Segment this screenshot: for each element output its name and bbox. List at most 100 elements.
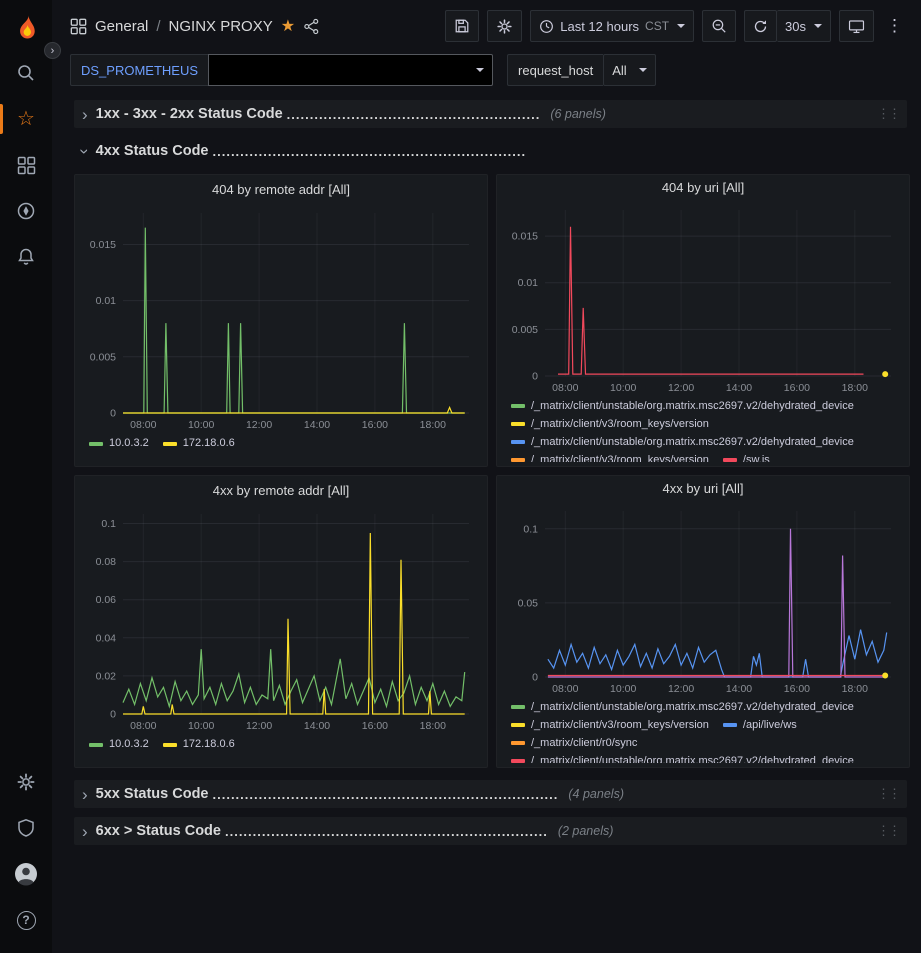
timeseries-chart-404-by-uri[interactable]: 08:0010:0012:0014:0016:0018:0000.0050.01…	[505, 200, 901, 396]
grafana-logo[interactable]	[0, 6, 52, 50]
sidebar-item-profile[interactable]	[0, 851, 52, 897]
panel-title[interactable]: 4xx by remote addr [All]	[83, 476, 479, 504]
series-point	[882, 672, 888, 678]
y-tick-label: 0.005	[90, 351, 116, 363]
legend-swatch	[511, 404, 525, 408]
kebab-menu-icon[interactable]: ⋮	[882, 16, 907, 36]
sidebar-item-help[interactable]: ?	[0, 897, 52, 943]
legend-item[interactable]: 10.0.3.2	[89, 435, 149, 452]
gear-icon	[16, 772, 36, 792]
panel-title[interactable]: 404 by uri [All]	[505, 175, 901, 200]
row-drag-handle[interactable]: ⋮⋮	[877, 786, 899, 802]
y-tick-label: 0.01	[96, 295, 117, 307]
row-drag-handle[interactable]: ⋮⋮	[877, 823, 899, 839]
legend-item[interactable]: /_matrix/client/r0/sync	[511, 735, 637, 752]
breadcrumb-folder[interactable]: General	[95, 18, 148, 35]
legend-item[interactable]: /_matrix/client/unstable/org.matrix.msc2…	[511, 398, 854, 415]
x-tick-label: 14:00	[304, 720, 330, 732]
legend-item[interactable]: 10.0.3.2	[89, 736, 149, 753]
y-tick-label: 0.08	[96, 556, 117, 568]
timeseries-chart-4xx-by-uri[interactable]: 08:0010:0012:0014:0016:0018:0000.050.1	[505, 501, 901, 697]
y-tick-label: 0.02	[96, 670, 117, 682]
y-tick-label: 0.015	[512, 230, 538, 242]
legend-item[interactable]: /_matrix/client/v3/room_keys/version	[511, 452, 709, 462]
x-tick-label: 12:00	[246, 419, 272, 431]
x-tick-label: 10:00	[610, 382, 636, 394]
save-dashboard-button[interactable]	[445, 10, 479, 42]
y-tick-label: 0.005	[512, 324, 538, 336]
legend-item[interactable]: /_matrix/client/v3/room_keys/version	[511, 416, 709, 433]
panel-title[interactable]: 404 by remote addr [All]	[83, 175, 479, 203]
legend-item[interactable]: 172.18.0.6	[163, 736, 235, 753]
dashboard-row-5xx[interactable]: › 5xx Status Code ......................…	[74, 780, 907, 808]
share-icon[interactable]	[303, 18, 320, 35]
y-tick-label: 0.04	[96, 632, 117, 644]
row-title: 1xx - 3xx - 2xx Status Code	[96, 106, 283, 122]
sidebar-item-dashboards[interactable]	[0, 142, 52, 188]
timeseries-chart-4xx-by-remote-addr[interactable]: 08:0010:0012:0014:0016:0018:0000.020.040…	[83, 504, 479, 734]
time-range-label: Last 12 hours	[560, 19, 639, 34]
x-tick-label: 14:00	[726, 382, 752, 394]
dashboard-settings-button[interactable]	[487, 10, 522, 42]
legend-item[interactable]: /api/live/ws	[723, 717, 797, 734]
panel-404-by-uri: 404 by uri [All] 08:0010:0012:0014:0016:…	[496, 174, 910, 467]
sidebar-item-configuration[interactable]	[0, 759, 52, 805]
y-tick-label: 0	[532, 370, 538, 382]
variable-value-request-host[interactable]: All	[603, 54, 655, 86]
legend-swatch	[89, 442, 103, 446]
x-tick-label: 10:00	[188, 720, 214, 732]
dashboard-row-1xx-3xx-2xx[interactable]: › 1xx - 3xx - 2xx Status Code ..........…	[74, 100, 907, 128]
chevron-down-icon	[639, 68, 647, 72]
x-tick-label: 14:00	[304, 419, 330, 431]
sidebar-item-starred[interactable]: ☆	[0, 96, 52, 142]
favorite-star-icon[interactable]: ★	[281, 16, 295, 36]
breadcrumb-dashboard-title[interactable]: NGINX PROXY	[169, 18, 273, 35]
legend-label: /_matrix/client/unstable/org.matrix.msc2…	[531, 398, 854, 415]
panel-title[interactable]: 4xx by uri [All]	[505, 476, 901, 501]
y-tick-label: 0.05	[518, 597, 539, 609]
series-line	[548, 629, 887, 676]
variable-value-ds-prometheus[interactable]	[208, 54, 493, 86]
x-tick-label: 16:00	[362, 720, 388, 732]
dashboard-submenu: DS_PROMETHEUS request_host All	[52, 52, 921, 96]
sidebar-item-explore[interactable]	[0, 188, 52, 234]
legend-swatch	[723, 723, 737, 727]
timeseries-chart-404-by-remote-addr[interactable]: 08:0010:0012:0014:0016:0018:0000.0050.01…	[83, 203, 479, 433]
refresh-button[interactable]	[744, 10, 777, 42]
clock-icon	[539, 19, 554, 34]
x-tick-label: 18:00	[420, 720, 446, 732]
legend-item[interactable]: /_matrix/client/unstable/org.matrix.msc2…	[511, 434, 854, 451]
legend-label: /sw.js	[743, 452, 770, 462]
legend-item[interactable]: /_matrix/client/v3/room_keys/version	[511, 717, 709, 734]
legend-swatch	[89, 743, 103, 747]
legend-swatch	[511, 759, 525, 763]
row-dots: ........................................…	[213, 144, 527, 159]
refresh-interval-picker[interactable]: 30s	[777, 10, 831, 42]
legend-item[interactable]: 172.18.0.6	[163, 435, 235, 452]
legend-label: 10.0.3.2	[109, 736, 149, 753]
legend-item[interactable]: /_matrix/client/unstable/org.matrix.msc2…	[511, 753, 854, 763]
sidebar-item-server-admin[interactable]	[0, 805, 52, 851]
chevron-down-icon	[814, 24, 822, 28]
compass-icon	[16, 201, 36, 221]
x-tick-label: 08:00	[552, 683, 578, 695]
gear-icon	[496, 18, 513, 35]
variable-label-ds-prometheus: DS_PROMETHEUS	[70, 54, 208, 86]
row-title: 6xx > Status Code	[96, 823, 221, 839]
time-range-picker[interactable]: Last 12 hours CST	[530, 10, 694, 42]
sidebar-expand-button[interactable]: ›	[44, 42, 61, 59]
dashboard-row-6xx[interactable]: › 6xx > Status Code ....................…	[74, 817, 907, 845]
dashboard-row-4xx[interactable]: › 4xx Status Code ......................…	[74, 137, 907, 165]
row-drag-handle[interactable]: ⋮⋮	[877, 106, 899, 122]
row-title: 4xx Status Code	[96, 143, 209, 159]
sidebar-item-alerting[interactable]	[0, 234, 52, 280]
legend-item[interactable]: /sw.js	[723, 452, 770, 462]
legend-item[interactable]: /_matrix/client/unstable/org.matrix.msc2…	[511, 699, 854, 716]
legend-label: 10.0.3.2	[109, 435, 149, 452]
legend-label: /_matrix/client/r0/sync	[531, 735, 637, 752]
zoom-out-time-button[interactable]	[702, 10, 736, 42]
series-line	[123, 407, 465, 413]
sidebar-item-search[interactable]	[0, 50, 52, 96]
tv-cycle-view-button[interactable]	[839, 10, 874, 42]
panel-4xx-by-uri: 4xx by uri [All] 08:0010:0012:0014:0016:…	[496, 475, 910, 768]
